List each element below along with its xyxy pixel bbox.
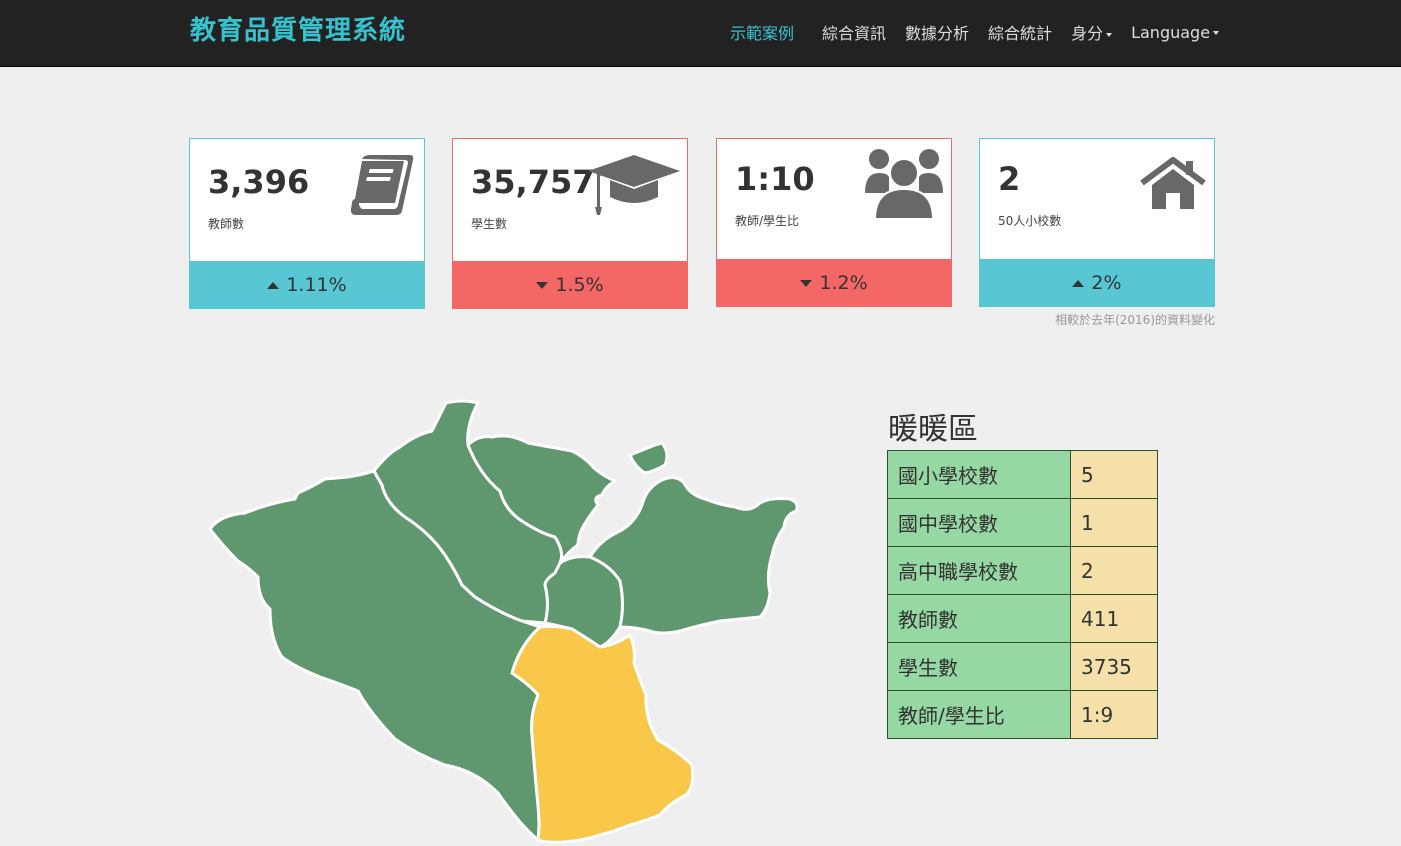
stat-label: 學生數 [471, 217, 508, 231]
region-info-table: 國小學校數 5 國中學校數 1 高中職學校數 2 教師數 411 學生數 373… [887, 450, 1158, 739]
stat-change: 1.11% [286, 274, 347, 296]
stat-change: 1.2% [819, 272, 868, 294]
arrow-down-icon [536, 281, 549, 289]
main-nav: 示範案例 綜合資訊 數據分析 綜合統計 身分 Language [730, 20, 1238, 44]
table-cell-key: 國中學校數 [887, 498, 1071, 547]
table-cell-key: 高中職學校數 [887, 546, 1071, 595]
table-cell-key: 學生數 [887, 642, 1071, 691]
table-cell-value: 3735 [1070, 642, 1158, 691]
stat-card-ratio: 1:10 教師/學生比 1.2% [716, 138, 952, 307]
stat-change-footer: 1.11% [189, 261, 425, 309]
stat-label: 教師/學生比 [735, 214, 800, 228]
stat-label: 50人小校數 [998, 214, 1062, 228]
map-islet[interactable] [628, 441, 669, 475]
users-icon [865, 149, 943, 220]
book-icon [350, 155, 414, 215]
stat-change: 1.5% [555, 274, 604, 296]
stat-change-footer: 2% [979, 259, 1215, 307]
region-title: 暖暖區 [888, 412, 978, 447]
stat-value: 1:10 [735, 160, 815, 198]
comparison-note: 相較於去年(2016)的資料變化 [1055, 313, 1215, 327]
nav-language-dropdown[interactable]: Language [1131, 22, 1220, 42]
stat-value: 35,757 [471, 163, 595, 201]
arrow-down-icon [800, 279, 813, 287]
table-cell-key: 教師/學生比 [887, 690, 1071, 739]
table-cell-key: 教師數 [887, 594, 1071, 643]
table-cell-key: 國小學校數 [887, 450, 1071, 499]
stat-label: 教師數 [208, 217, 245, 231]
table-row: 高中職學校數 2 [887, 546, 1158, 595]
arrow-up-icon [1072, 279, 1085, 287]
stat-value: 3,396 [208, 163, 310, 201]
nav-language-label: Language [1131, 22, 1211, 42]
table-row: 國中學校數 1 [887, 498, 1158, 547]
district-map [208, 399, 799, 844]
stat-change-footer: 1.5% [452, 261, 688, 309]
graduation-cap-icon [588, 155, 680, 215]
nav-demo-cases[interactable]: 示範案例 [730, 20, 794, 44]
stat-card-teachers: 3,396 教師數 1.11% [189, 138, 425, 309]
table-row: 學生數 3735 [887, 642, 1158, 691]
nav-overview[interactable]: 綜合資訊 [822, 20, 886, 44]
table-row: 教師/學生比 1:9 [887, 690, 1158, 739]
caret-down-icon [1213, 31, 1220, 35]
map-district-highlighted[interactable] [510, 624, 695, 844]
nav-data-analysis[interactable]: 數據分析 [905, 20, 969, 44]
stat-card-small-schools: 2 50人小校數 2% [979, 138, 1215, 307]
table-cell-value: 2 [1070, 546, 1158, 595]
table-row: 國小學校數 5 [887, 450, 1158, 499]
top-navbar: 教育品質管理系統 示範案例 綜合資訊 數據分析 綜合統計 身分 Language [0, 0, 1401, 67]
table-cell-value: 411 [1070, 594, 1158, 643]
brand-title[interactable]: 教育品質管理系統 [190, 10, 406, 47]
stat-value: 2 [998, 160, 1021, 198]
stat-change-footer: 1.2% [716, 259, 952, 307]
nav-identity-label: 身分 [1071, 24, 1104, 43]
table-cell-value: 1 [1070, 498, 1158, 547]
nav-statistics[interactable]: 綜合統計 [988, 20, 1052, 44]
stat-change: 2% [1091, 272, 1122, 294]
arrow-up-icon [267, 281, 280, 289]
caret-down-icon [1106, 32, 1113, 37]
map-district-east[interactable] [588, 476, 799, 635]
table-cell-value: 5 [1070, 450, 1158, 499]
home-icon [1140, 157, 1206, 209]
table-row: 教師數 411 [887, 594, 1158, 643]
nav-identity-dropdown[interactable]: 身分 [1071, 20, 1113, 44]
stat-card-students: 35,757 學生數 1.5% [452, 138, 688, 309]
table-cell-value: 1:9 [1070, 690, 1158, 739]
